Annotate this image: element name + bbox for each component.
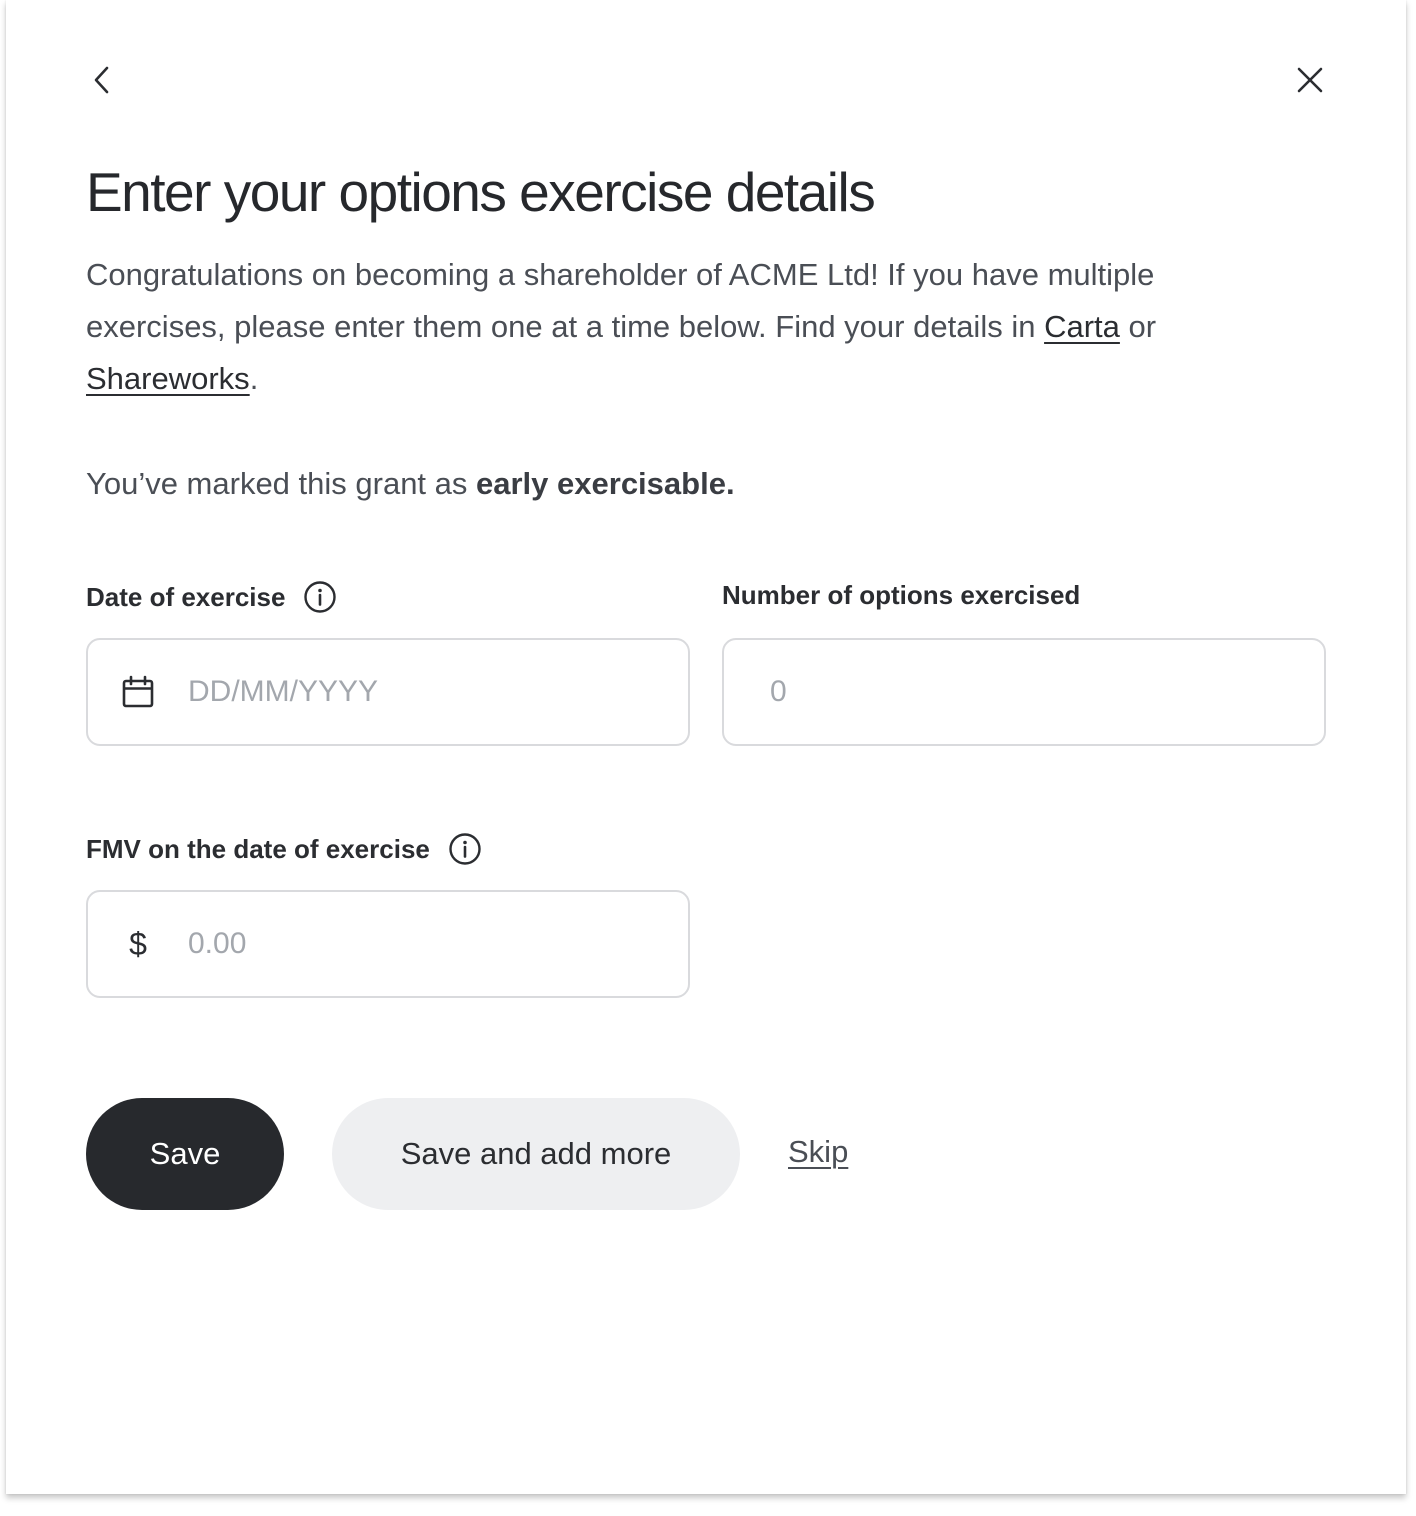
- close-icon: [1297, 67, 1323, 93]
- date-of-exercise-label: Date of exercise: [86, 580, 337, 614]
- options-exercised-label: Number of options exercised: [722, 580, 1080, 611]
- intro-text-before: Congratulations on becoming a shareholde…: [86, 257, 1155, 344]
- exercise-details-modal: Enter your options exercise details Cong…: [6, 0, 1406, 1494]
- calendar-icon: [88, 675, 188, 709]
- carta-link[interactable]: Carta: [1044, 309, 1120, 344]
- options-label-text: Number of options exercised: [722, 580, 1081, 610]
- shareworks-link[interactable]: Shareworks: [86, 361, 250, 396]
- date-of-exercise-field[interactable]: [86, 638, 690, 746]
- save-and-add-more-button[interactable]: Save and add more: [332, 1098, 740, 1210]
- save-button[interactable]: Save: [86, 1098, 284, 1210]
- fmv-label-text: FMV on the date of exercise: [86, 833, 430, 864]
- info-icon[interactable]: [448, 832, 482, 866]
- date-label-text: Date of exercise: [86, 581, 286, 612]
- options-exercised-input[interactable]: [724, 640, 1324, 744]
- back-button[interactable]: [80, 58, 124, 102]
- date-of-exercise-input[interactable]: [188, 640, 688, 744]
- fmv-field[interactable]: $: [86, 890, 690, 998]
- chevron-left-icon: [94, 66, 109, 94]
- early-exercise-note: You’ve marked this grant as early exerci…: [86, 461, 735, 507]
- note-text: You’ve marked this grant as: [86, 466, 477, 501]
- intro-text-middle: or: [1119, 309, 1157, 344]
- fmv-input[interactable]: [188, 892, 688, 996]
- note-emphasis: early exercisable.: [476, 466, 735, 501]
- intro-text-after: .: [249, 361, 259, 396]
- dollar-icon: $: [129, 925, 147, 962]
- fmv-label: FMV on the date of exercise: [86, 832, 482, 866]
- close-button[interactable]: [1288, 58, 1332, 102]
- skip-link[interactable]: Skip: [788, 1134, 848, 1170]
- info-icon[interactable]: [303, 580, 337, 614]
- options-exercised-field[interactable]: [722, 638, 1326, 746]
- intro-text: Congratulations on becoming a shareholde…: [86, 249, 1246, 405]
- page-title: Enter your options exercise details: [86, 161, 876, 223]
